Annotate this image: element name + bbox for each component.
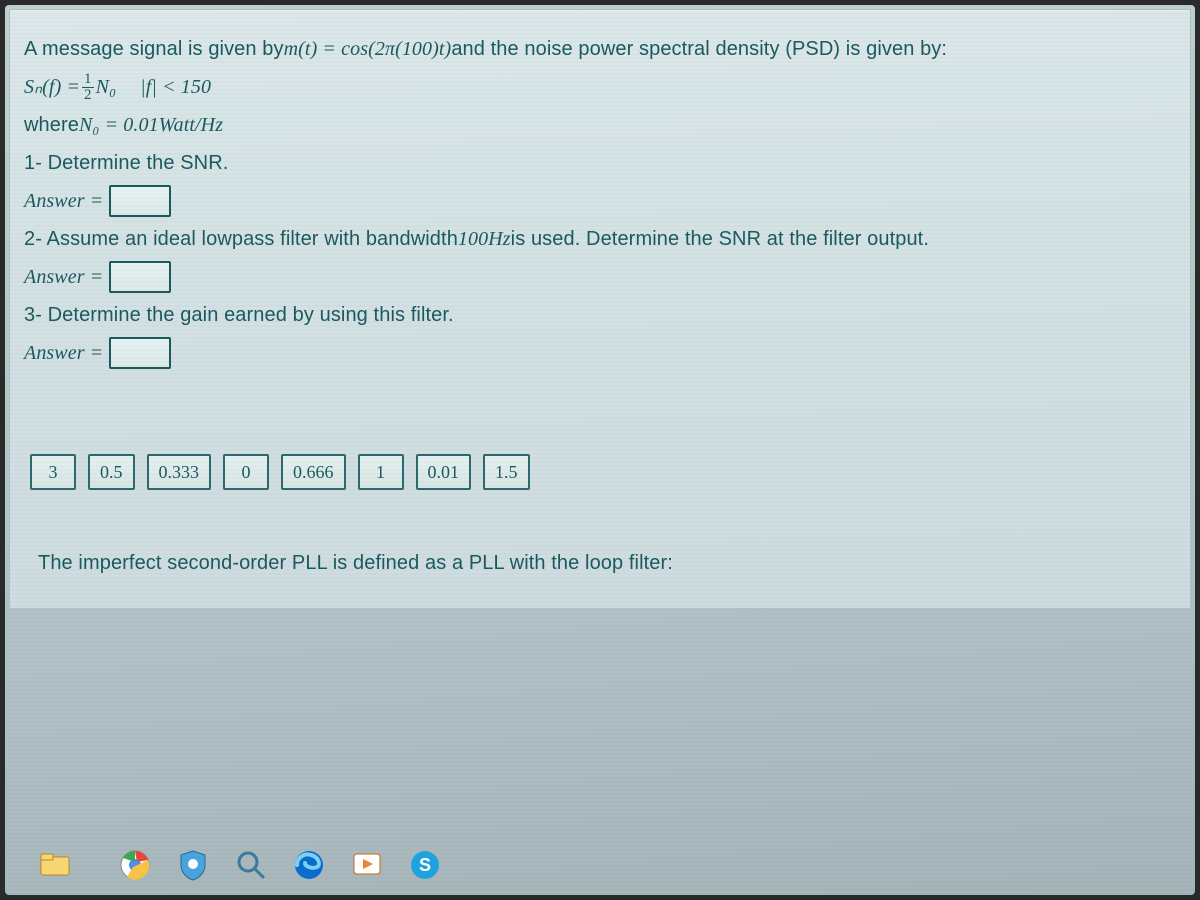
edge-icon[interactable] xyxy=(287,844,331,886)
q2-prefix: 2- Assume an ideal lowpass filter with b… xyxy=(24,220,458,258)
intro-suffix: and the noise power spectral density (PS… xyxy=(451,30,947,68)
magnifier-icon[interactable] xyxy=(229,844,273,886)
intro-prefix: A message signal is given by xyxy=(24,30,284,68)
file-explorer-icon[interactable] xyxy=(33,844,77,886)
option-chip[interactable]: 0.666 xyxy=(281,454,346,490)
answer-1-row: Answer = xyxy=(24,182,1176,220)
frac-den: 2 xyxy=(82,88,94,103)
question-panel: A message signal is given by m(t) = cos(… xyxy=(9,9,1191,609)
answer-options: 3 0.5 0.333 0 0.666 1 0.01 1.5 xyxy=(30,454,1176,490)
option-chip[interactable]: 0.01 xyxy=(416,454,472,490)
psd-condition: |f| < 150 xyxy=(140,68,211,106)
psd-lhs: Sₙ(f) = xyxy=(24,68,80,106)
where-prefix: where xyxy=(24,106,79,144)
option-chip[interactable]: 1 xyxy=(358,454,404,490)
answer-3-dropzone[interactable] xyxy=(109,337,171,369)
q3-text: 3- Determine the gain earned by using th… xyxy=(24,296,1176,334)
media-player-icon[interactable] xyxy=(345,844,389,886)
option-chip[interactable]: 0.5 xyxy=(88,454,135,490)
q2-bandwidth: 100Hz xyxy=(458,220,511,258)
next-question-text: The imperfect second-order PLL is define… xyxy=(38,544,1162,582)
answer-3-label: Answer = xyxy=(24,334,103,372)
psd-line: Sₙ(f) = 1 2 N₀ |f| < 150 xyxy=(24,68,1176,106)
answer-2-row: Answer = xyxy=(24,258,1176,296)
svg-text:S: S xyxy=(419,855,431,875)
q2-suffix: is used. Determine the SNR at the filter… xyxy=(511,220,929,258)
answer-3-row: Answer = xyxy=(24,334,1176,372)
skype-icon[interactable]: S xyxy=(403,844,447,886)
option-chip[interactable]: 3 xyxy=(30,454,76,490)
option-chip[interactable]: 0 xyxy=(223,454,269,490)
q1-text: 1- Determine the SNR. xyxy=(24,144,1176,182)
answer-2-dropzone[interactable] xyxy=(109,261,171,293)
option-chip[interactable]: 0.333 xyxy=(147,454,212,490)
psd-fraction: 1 2 xyxy=(82,72,94,103)
q2-text: 2- Assume an ideal lowpass filter with b… xyxy=(24,220,1176,258)
intro-equation: m(t) = cos(2π(100)t) xyxy=(284,30,452,68)
frac-num: 1 xyxy=(82,72,94,88)
chrome-icon[interactable] xyxy=(113,844,157,886)
answer-1-label: Answer = xyxy=(24,182,103,220)
problem-intro: A message signal is given by m(t) = cos(… xyxy=(24,30,1176,68)
next-question-teaser: The imperfect second-order PLL is define… xyxy=(24,544,1176,582)
psd-rhs: N₀ xyxy=(96,68,117,106)
security-shield-icon[interactable] xyxy=(171,844,215,886)
where-line: where N₀ = 0.01Watt/Hz xyxy=(24,106,1176,144)
answer-1-dropzone[interactable] xyxy=(109,185,171,217)
where-eq: N₀ = 0.01Watt/Hz xyxy=(79,106,223,144)
quiz-screen: A message signal is given by m(t) = cos(… xyxy=(5,5,1195,895)
answer-2-label: Answer = xyxy=(24,258,103,296)
taskbar: S xyxy=(13,839,1187,891)
option-chip[interactable]: 1.5 xyxy=(483,454,530,490)
